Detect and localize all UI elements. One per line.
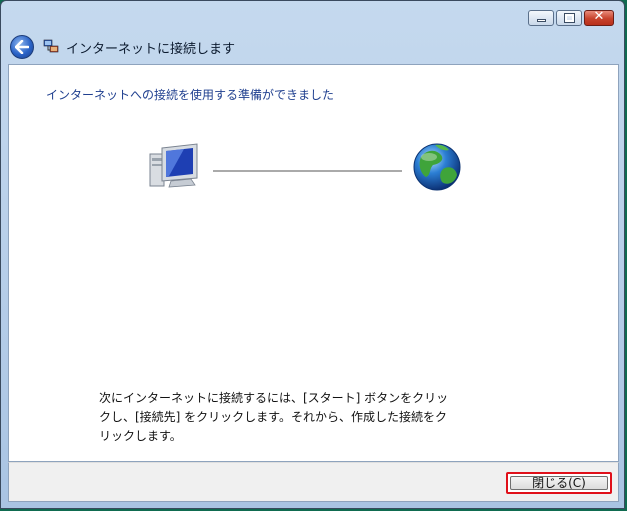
instructions-text: 次にインターネットに接続するには、[スタート] ボタンをクリッ クし、[接続先]… (99, 389, 459, 446)
connection-diagram (149, 143, 461, 191)
network-connection-icon (43, 39, 59, 53)
instructions-line: リックします。 (99, 429, 182, 443)
back-arrow-icon (15, 40, 29, 54)
caption-buttons: ✕ (528, 9, 614, 26)
wizard-window: ✕ インターネットに接続します インターネットへの接続を使用する準備ができました (0, 0, 625, 509)
instructions-line: 次にインターネットに接続するには、[スタート] ボタンをクリッ (99, 391, 449, 405)
globe-icon (413, 143, 461, 191)
minimize-button[interactable] (528, 10, 554, 26)
instructions-line: クし、[接続先] をクリックします。それから、作成した接続をク (99, 410, 447, 424)
back-button[interactable] (10, 35, 34, 59)
content-panel: インターネットへの接続を使用する準備ができました 次にインターネットに接続するに… (8, 64, 619, 462)
close-window-button[interactable]: ✕ (584, 9, 614, 26)
minimize-icon (537, 19, 546, 22)
computer-icon (149, 143, 198, 188)
close-icon: ✕ (593, 9, 605, 24)
window-title: インターネットに接続します (66, 42, 236, 57)
button-bar: 閉じる(C) (8, 462, 619, 502)
close-button[interactable]: 閉じる(C) (506, 472, 612, 494)
close-button-label: 閉じる(C) (510, 476, 608, 490)
maximize-button[interactable] (556, 10, 582, 26)
maximize-icon (564, 13, 575, 23)
